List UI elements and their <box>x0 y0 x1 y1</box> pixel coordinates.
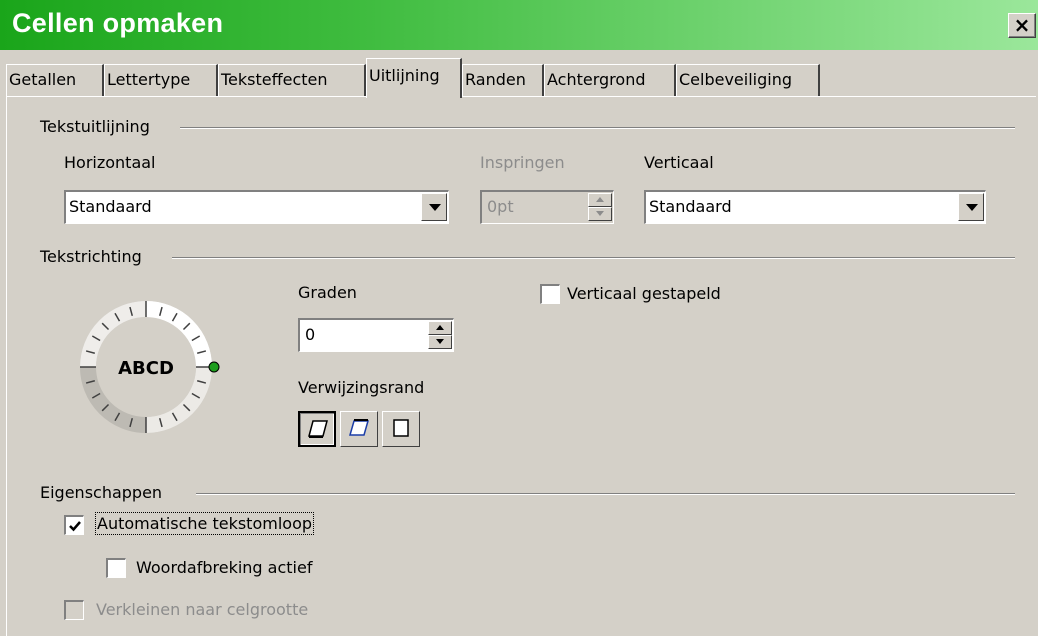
tab-lettertype[interactable]: Lettertype <box>104 64 218 96</box>
tab-achtergrond[interactable]: Achtergrond <box>544 64 676 96</box>
parallelogram-top-icon <box>349 419 369 436</box>
spin-down-icon[interactable] <box>588 207 612 221</box>
chevron-down-icon[interactable] <box>421 193 447 221</box>
degrees-label: Graden <box>298 283 357 302</box>
indent-value: 0pt <box>487 197 514 216</box>
degrees-spinner[interactable]: 0 <box>298 318 454 352</box>
chevron-down-icon[interactable] <box>958 193 984 221</box>
rectangle-inside-icon <box>393 419 409 437</box>
spin-buttons <box>428 321 452 349</box>
reference-edge-top-button[interactable] <box>340 411 378 447</box>
close-button[interactable]: × <box>1008 13 1036 38</box>
tab-label: Uitlijning <box>369 66 440 85</box>
spin-down-icon[interactable] <box>428 335 452 349</box>
horizontal-label: Horizontaal <box>64 153 156 172</box>
tab-label: Achtergrond <box>547 70 646 89</box>
dial-text: ABCD <box>118 358 174 379</box>
reference-edge-label: Verwijzingsrand <box>298 378 425 397</box>
auto-wrap-label[interactable]: Automatische tekstomloop <box>94 512 315 535</box>
tab-label: Teksteffecten <box>221 70 328 89</box>
group-title-properties: Eigenschappen <box>40 483 163 502</box>
title-bar: Cellen opmaken × <box>0 0 1038 50</box>
group-title-text-direction: Tekstrichting <box>40 247 142 266</box>
reference-edge-inside-button[interactable] <box>382 411 420 447</box>
auto-wrap-checkbox[interactable] <box>64 515 84 535</box>
vertical-value: Standaard <box>649 197 732 216</box>
hyphenation-label[interactable]: Woordafbreking actief <box>136 558 312 577</box>
tab-label: Getallen <box>9 70 77 89</box>
degrees-value: 0 <box>305 325 316 344</box>
tab-getallen[interactable]: Getallen <box>6 64 104 96</box>
spin-up-icon[interactable] <box>588 193 612 207</box>
vertical-label: Verticaal <box>644 153 714 172</box>
group-divider <box>172 257 1015 259</box>
tab-teksteffecten[interactable]: Teksteffecten <box>218 64 366 96</box>
window-title: Cellen opmaken <box>12 8 224 38</box>
tab-celbeveiliging[interactable]: Celbeveiliging <box>676 64 820 96</box>
indent-label: Inspringen <box>480 153 565 172</box>
horizontal-select[interactable]: Standaard <box>64 190 449 224</box>
vertical-select[interactable]: Standaard <box>644 190 986 224</box>
parallelogram-bottom-icon <box>308 420 328 438</box>
spin-buttons <box>588 193 612 221</box>
checkmark-icon <box>69 521 81 532</box>
hyphenation-checkbox[interactable] <box>106 558 126 578</box>
stacked-label[interactable]: Verticaal gestapeld <box>567 284 721 303</box>
horizontal-value: Standaard <box>69 197 152 216</box>
tab-uitlijning[interactable]: Uitlijning <box>366 58 462 98</box>
shrink-checkbox[interactable] <box>64 600 84 620</box>
dial-marker-icon[interactable] <box>208 361 220 373</box>
tab-randen[interactable]: Randen <box>462 64 544 96</box>
tab-label: Randen <box>465 70 526 89</box>
rotation-dial[interactable]: ABCD <box>56 292 236 442</box>
spin-up-icon[interactable] <box>428 321 452 335</box>
indent-spinner[interactable]: 0pt <box>480 190 614 224</box>
stacked-checkbox[interactable] <box>540 284 560 304</box>
tab-label: Celbeveiliging <box>679 70 793 89</box>
group-divider <box>196 493 1015 495</box>
tab-label: Lettertype <box>107 70 191 89</box>
close-icon: × <box>1013 13 1031 37</box>
tab-bar: Getallen Lettertype Teksteffecten Uitlij… <box>6 54 1036 98</box>
shrink-label[interactable]: Verkleinen naar celgrootte <box>96 600 308 619</box>
reference-edge-bottom-button[interactable] <box>298 411 336 447</box>
group-divider <box>180 127 1015 129</box>
group-title-text-alignment: Tekstuitlijning <box>40 117 150 136</box>
